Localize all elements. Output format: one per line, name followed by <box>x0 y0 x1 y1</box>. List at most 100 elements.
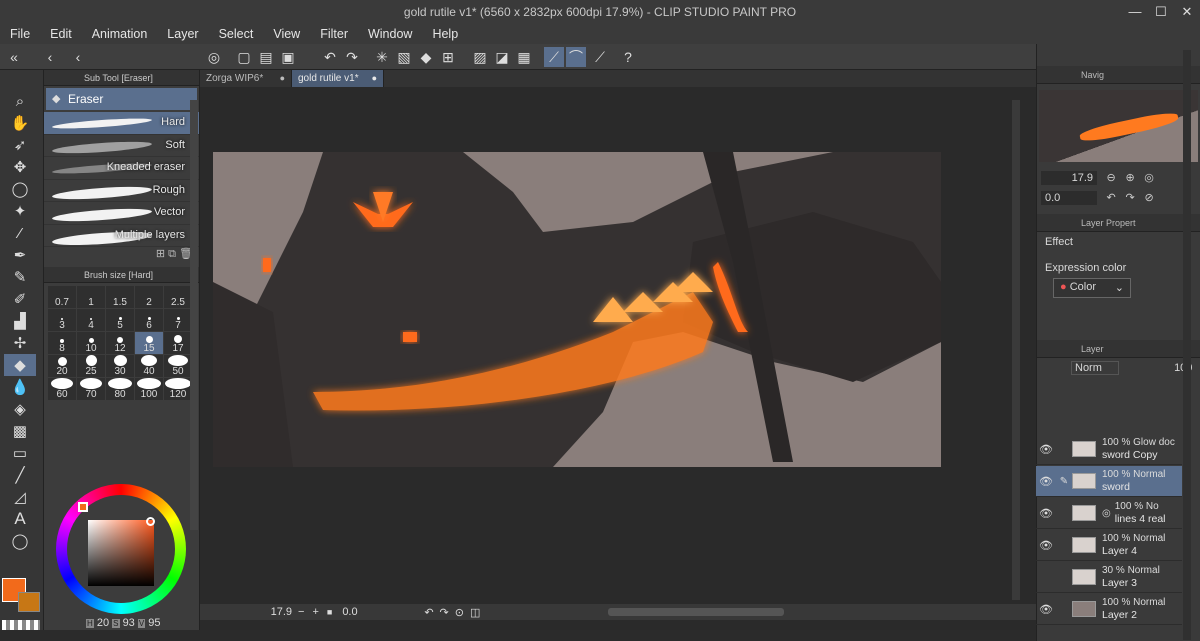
fill-icon[interactable]: ◆ <box>416 47 436 67</box>
navigator-zoom-value[interactable]: 17.9 <box>1041 171 1097 185</box>
brush-size-cell[interactable]: 20 <box>48 355 76 377</box>
blend-tool-icon[interactable]: 💧 <box>4 376 36 398</box>
brush-size-cell[interactable]: 0.7 <box>48 286 76 308</box>
eye-icon[interactable]: 👁 <box>1036 539 1056 552</box>
pen-tool-icon[interactable]: ✒ <box>4 244 36 266</box>
brush-size-cell[interactable]: 120 <box>164 378 192 400</box>
pencil-tool-icon[interactable]: ✎ <box>4 266 36 288</box>
lasso-tool-icon[interactable]: ◯ <box>4 178 36 200</box>
menu-view[interactable]: View <box>263 24 310 44</box>
menu-layer[interactable]: Layer <box>157 24 208 44</box>
grid-snap-icon[interactable]: ⟋ <box>590 47 610 67</box>
brush-size-cell[interactable]: 70 <box>77 378 105 400</box>
maximize-button[interactable]: ☐ <box>1148 0 1174 24</box>
sub-tool-scrollbar[interactable] <box>190 100 198 530</box>
tab-gold-rutile[interactable]: gold rutile v1* ● <box>292 70 384 87</box>
brush-size-cell[interactable]: 1.5 <box>106 286 134 308</box>
menu-animation[interactable]: Animation <box>82 24 158 44</box>
brush-multiple-layers[interactable]: Multiple layers <box>44 225 199 247</box>
text-tool-icon[interactable]: A <box>4 508 36 530</box>
artwork-canvas[interactable] <box>213 152 941 467</box>
clear-icon[interactable]: ✳ <box>372 47 392 67</box>
rotate-left-icon[interactable]: ↶ <box>424 606 433 619</box>
brush-size-cell[interactable]: 10 <box>77 332 105 354</box>
zoom-tool-icon[interactable]: ⌕ <box>4 90 36 112</box>
brush-size-cell-selected[interactable]: 15 <box>135 332 163 354</box>
brush-size-cell[interactable]: 12 <box>106 332 134 354</box>
frame-tool-icon[interactable]: ◿ <box>4 486 36 508</box>
brush-size-cell[interactable]: 5 <box>106 309 134 331</box>
brush-size-cell[interactable]: 30 <box>106 355 134 377</box>
brush-rough[interactable]: Rough <box>44 180 199 202</box>
brush-tool-icon[interactable]: ✐ <box>4 288 36 310</box>
color-saturation-square[interactable] <box>88 520 154 586</box>
navigator-rotation-value[interactable]: 0.0 <box>1041 191 1097 205</box>
hue-marker[interactable] <box>78 502 88 512</box>
brush-size-cell[interactable]: 40 <box>135 355 163 377</box>
transform-icon[interactable]: ⊞ <box>438 47 458 67</box>
layer-row[interactable]: 👁 ◎ 100 % No lines 4 real <box>1036 498 1182 529</box>
eye-icon[interactable]: 👁 <box>1036 603 1056 616</box>
brush-size-cell[interactable]: 60 <box>48 378 76 400</box>
pen-icon[interactable]: ✎ <box>1056 476 1072 487</box>
decoration-tool-icon[interactable]: ✢ <box>4 332 36 354</box>
menu-file[interactable]: File <box>0 24 40 44</box>
clip-studio-icon[interactable]: ◎ <box>204 47 224 67</box>
brush-size-cell[interactable]: 3 <box>48 309 76 331</box>
brush-size-cell[interactable]: 25 <box>77 355 105 377</box>
close-button[interactable]: ✕ <box>1174 0 1200 24</box>
blend-mode-dropdown[interactable]: Norm <box>1071 361 1119 375</box>
gradient-tool-icon[interactable]: ▩ <box>4 420 36 442</box>
brush-size-cell[interactable]: 1 <box>77 286 105 308</box>
hand-tool-icon[interactable]: ✋ <box>4 112 36 134</box>
eye-icon[interactable]: 👁 <box>1036 507 1056 520</box>
canvas-scrollbar-vertical[interactable] <box>1012 100 1020 600</box>
layer-row[interactable]: 30 % Normal Layer 3 <box>1036 562 1182 593</box>
eye-icon[interactable]: 👁 <box>1036 443 1056 456</box>
brush-size-cell[interactable]: 4 <box>77 309 105 331</box>
eyedropper-tool-icon[interactable]: ⁄ <box>4 222 36 244</box>
ruler-snap-icon[interactable]: ⟋ <box>544 47 564 67</box>
zoom-out-icon[interactable]: − <box>298 606 304 618</box>
brush-size-cell[interactable]: 7 <box>164 309 192 331</box>
menu-select[interactable]: Select <box>209 24 264 44</box>
brush-size-cell[interactable]: 50 <box>164 355 192 377</box>
move-layer-tool-icon[interactable]: ✥ <box>4 156 36 178</box>
tab-zorga-wip6[interactable]: Zorga WIP6* ● <box>200 70 292 87</box>
magic-wand-tool-icon[interactable]: ✦ <box>4 200 36 222</box>
expression-color-dropdown[interactable]: ● Color ⌄ <box>1053 278 1131 298</box>
zoom-in-icon[interactable]: ⊕ <box>1122 170 1138 186</box>
chevron-left-icon[interactable]: ‹ <box>68 47 88 67</box>
ruler-tool-icon[interactable]: ╱ <box>4 464 36 486</box>
layer-row[interactable]: 👁 100 % Normal Layer 4 <box>1036 530 1182 561</box>
layer-row-selected[interactable]: 👁 ✎ 100 % Normal sword <box>1036 466 1182 497</box>
help-icon[interactable]: ? <box>618 47 638 67</box>
brush-size-cell[interactable]: 8 <box>48 332 76 354</box>
layer-row[interactable]: 👁 100 % Glow doc sword Copy <box>1036 434 1182 465</box>
minimize-button[interactable]: — <box>1122 0 1148 24</box>
eye-icon[interactable]: 👁 <box>1036 475 1056 488</box>
special-ruler-snap-icon[interactable]: ⌒ <box>566 47 586 67</box>
reset-rotation-icon[interactable]: ⊙ <box>455 606 464 619</box>
copy-sub-tool-icon[interactable]: ⊞ <box>156 248 165 260</box>
airbrush-tool-icon[interactable]: ▟ <box>4 310 36 332</box>
rotate-right-icon[interactable]: ↷ <box>1122 190 1138 206</box>
balloon-tool-icon[interactable]: ◯ <box>4 530 36 552</box>
fill-tool-icon[interactable]: ◈ <box>4 398 36 420</box>
deselect-icon[interactable]: ▨ <box>470 47 490 67</box>
sub-color-swatch[interactable] <box>18 592 40 612</box>
figure-tool-icon[interactable]: ▭ <box>4 442 36 464</box>
brush-size-cell[interactable]: 80 <box>106 378 134 400</box>
brush-size-cell[interactable]: 2.5 <box>164 286 192 308</box>
operation-tool-icon[interactable]: ➶ <box>4 134 36 156</box>
rotate-right-icon[interactable]: ↷ <box>440 606 449 619</box>
menu-edit[interactable]: Edit <box>40 24 82 44</box>
brush-size-cell[interactable]: 6 <box>135 309 163 331</box>
brush-vector[interactable]: Vector <box>44 202 199 225</box>
rotate-left-icon[interactable]: ↶ <box>1103 190 1119 206</box>
fit-window-icon[interactable]: ◎ <box>1141 170 1157 186</box>
layer-row[interactable]: 👁 100 % Normal Layer 2 <box>1036 594 1182 625</box>
brush-soft[interactable]: Soft <box>44 135 199 157</box>
brush-size-cell[interactable]: 17 <box>164 332 192 354</box>
flip-icon[interactable]: ◫ <box>470 606 480 619</box>
